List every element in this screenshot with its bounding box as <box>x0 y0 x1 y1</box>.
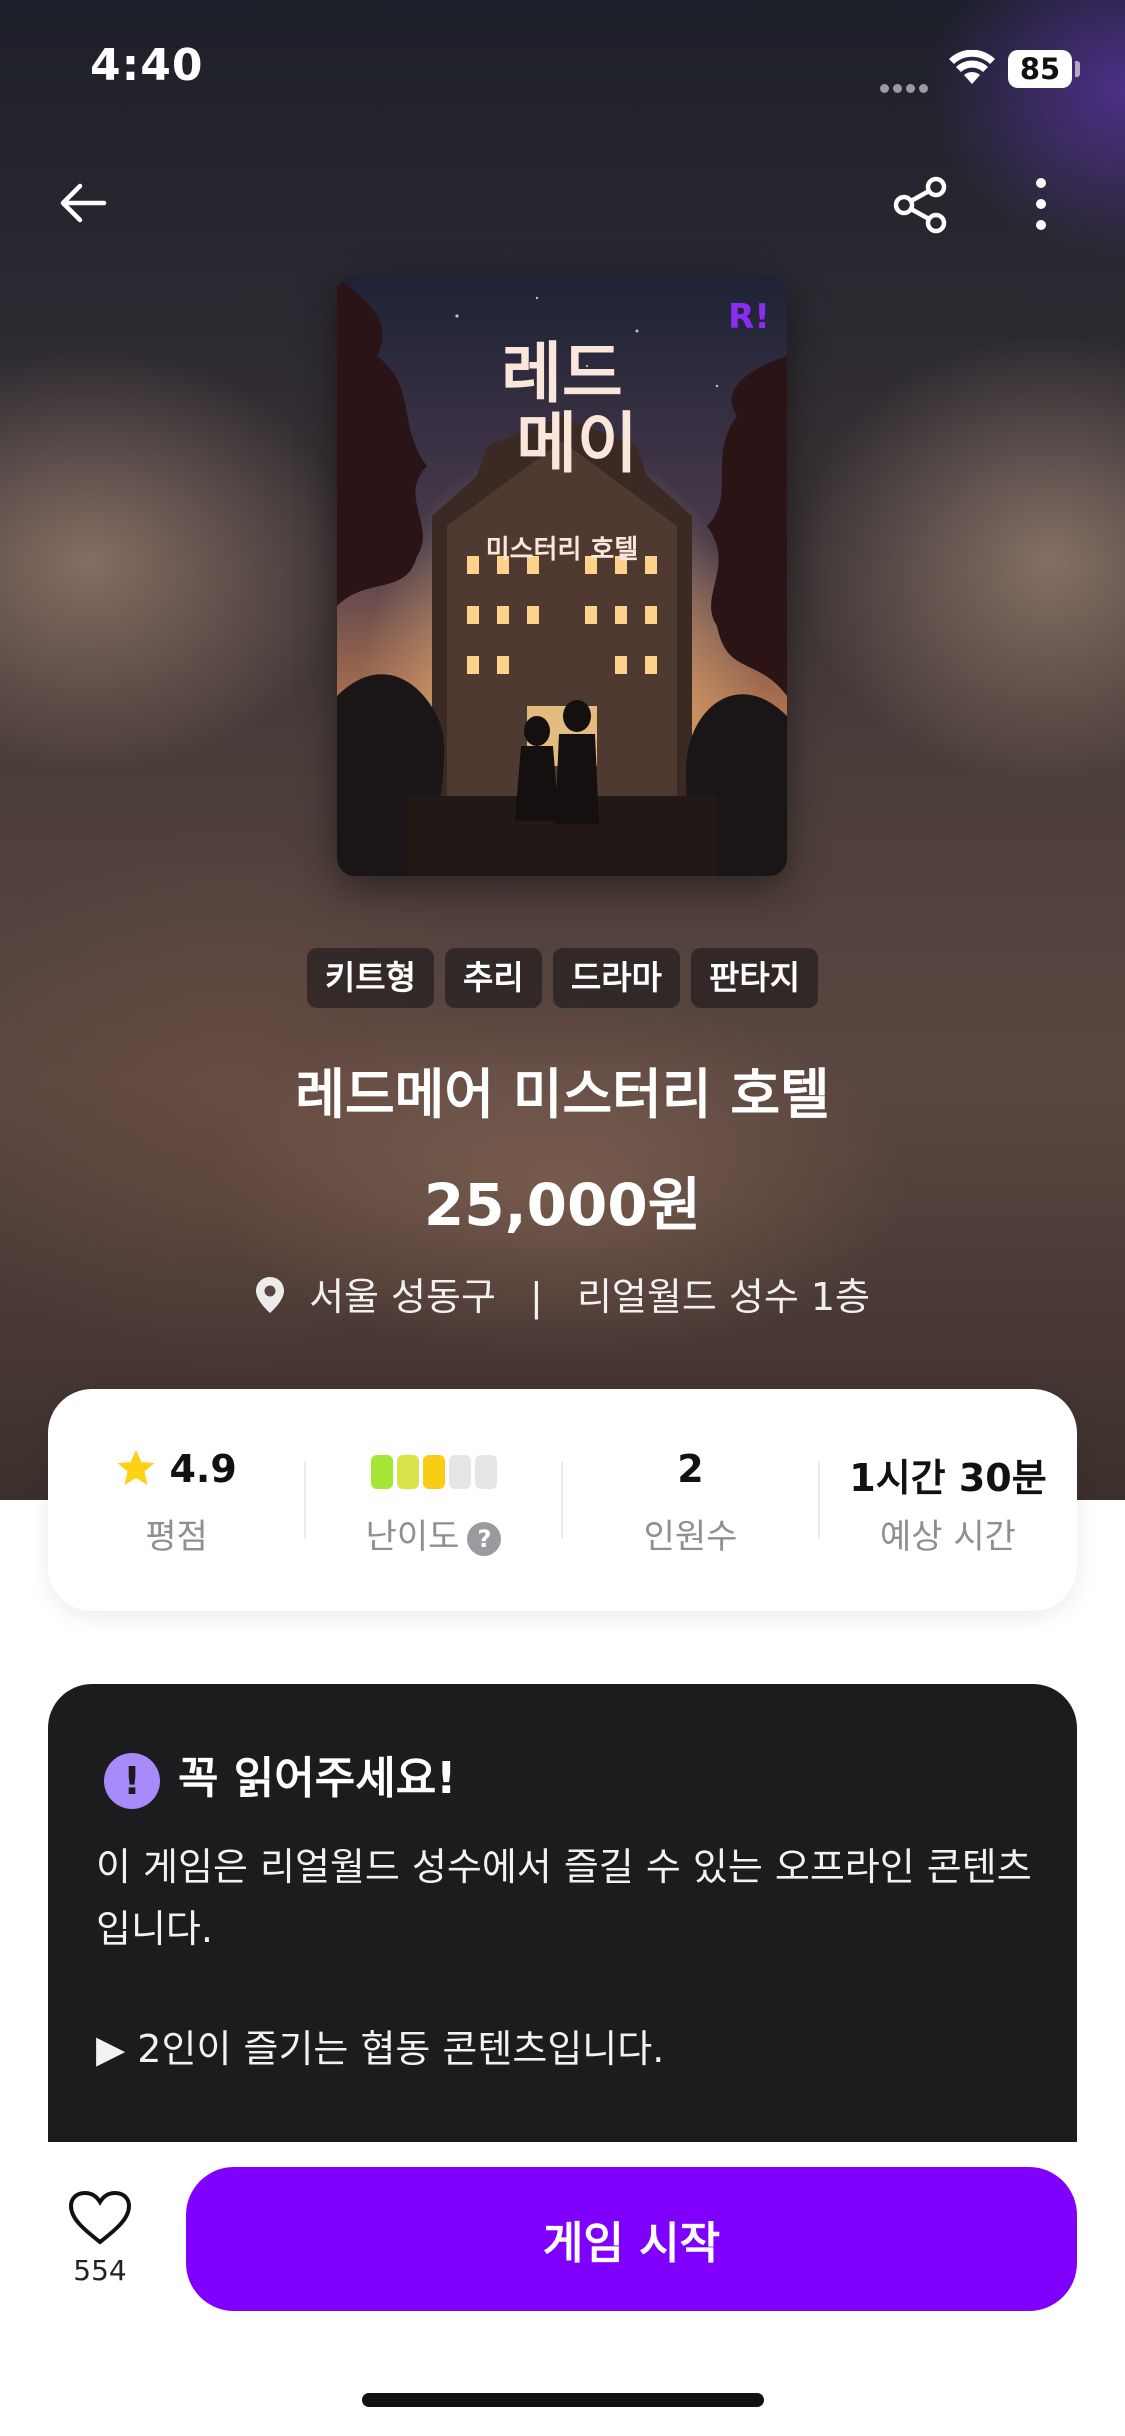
notice-paragraph: 이 게임은 리얼월드 성수에서 즐길 수 있는 오프라인 콘텐츠입니다. <box>96 1845 1032 1951</box>
tag-chip: 추리 <box>445 948 542 1008</box>
difficulty-meter <box>305 1447 562 1491</box>
tag-chip: 드라마 <box>552 948 680 1008</box>
stat-rating: 4.9 평점 <box>48 1389 305 1611</box>
notice-header: ! 꼭 읽어주세요! <box>104 1742 456 1809</box>
location-region: 서울 성동구 <box>309 1275 496 1319</box>
back-arrow-icon[interactable] <box>56 176 110 234</box>
cover-subtitle: 미스터리 호텔 <box>486 535 639 565</box>
notice-paragraph: ▶ 2인이 즐기는 협동 콘텐츠입니다. <box>96 2027 665 2071</box>
heart-icon[interactable] <box>68 2190 132 2250</box>
location-row: 서울 성동구 | 리얼월드 성수 1층 <box>0 1266 1125 1323</box>
difficulty-segment <box>474 1454 497 1489</box>
duration-label: 예상 시간 <box>880 1517 1016 1557</box>
difficulty-label: 난이도 <box>365 1517 460 1557</box>
difficulty-segment <box>448 1454 471 1489</box>
location-separator: | <box>530 1275 543 1319</box>
genre-tags: 키트형 추리 드라마 판타지 <box>0 948 1125 1008</box>
difficulty-segment <box>370 1454 393 1489</box>
location-place: 리얼월드 성수 1층 <box>576 1275 871 1319</box>
game-price: 25,000원 <box>423 1171 702 1239</box>
cover-title-line2: 메이 <box>516 404 637 482</box>
difficulty-segment <box>396 1454 419 1489</box>
cover-title-line1: 레드 <box>501 334 622 412</box>
more-vertical-icon[interactable] <box>1030 176 1052 236</box>
game-stats-card: 4.9 평점 난이도? 2 인원수 1시간 30분 예상 시간 <box>48 1389 1077 1611</box>
location-pin-icon <box>255 1276 285 1323</box>
cellular-signal-icon <box>880 78 932 93</box>
stat-players: 2 인원수 <box>562 1389 819 1611</box>
bottom-action-bar: 554 게임 시작 <box>0 2142 1125 2436</box>
difficulty-segment <box>422 1454 445 1489</box>
status-bar: 4:40 85 <box>0 0 1125 140</box>
help-icon[interactable]: ? <box>467 1521 502 1556</box>
wifi-icon <box>948 49 996 90</box>
rating-value: 4.9 <box>169 1447 237 1491</box>
game-cover-image: 레드 메이 미스터리 호텔 R! <box>337 276 787 876</box>
hero-background: 4:40 85 레드 메이 미스터리 호텔 R! 키트형 추리 드라마 판타지 … <box>0 0 1125 1500</box>
stat-duration: 1시간 30분 예상 시간 <box>819 1389 1077 1611</box>
players-label: 인원수 <box>643 1517 738 1557</box>
rating-value-row: 4.9 <box>48 1447 305 1491</box>
share-icon[interactable] <box>890 174 952 240</box>
tag-chip: 판타지 <box>691 948 819 1008</box>
notice-title: 꼭 읽어주세요! <box>178 1753 457 1804</box>
home-indicator <box>362 2393 764 2407</box>
start-game-button[interactable]: 게임 시작 <box>186 2167 1077 2311</box>
difficulty-label-row: 난이도? <box>305 1509 562 1558</box>
notice-body: 이 게임은 리얼월드 성수에서 즐길 수 있는 오프라인 콘텐츠입니다. ▶ 2… <box>96 1836 1056 2138</box>
exclamation-icon: ! <box>104 1753 160 1809</box>
tag-chip: 키트형 <box>306 948 434 1008</box>
like-count: 554 <box>73 2254 127 2287</box>
battery-tip <box>1075 61 1080 77</box>
status-time: 4:40 <box>90 40 204 91</box>
cover-logo: R! <box>728 297 770 337</box>
rating-label: 평점 <box>145 1517 208 1557</box>
game-title: 레드메어 미스터리 호텔 <box>295 1063 830 1126</box>
like-button[interactable]: 554 <box>60 2190 140 2287</box>
battery-icon: 85 <box>1008 50 1072 88</box>
stat-difficulty: 난이도? <box>305 1389 562 1611</box>
duration-value: 1시간 30분 <box>849 1456 1047 1500</box>
star-icon <box>116 1447 169 1491</box>
players-value: 2 <box>677 1447 704 1491</box>
